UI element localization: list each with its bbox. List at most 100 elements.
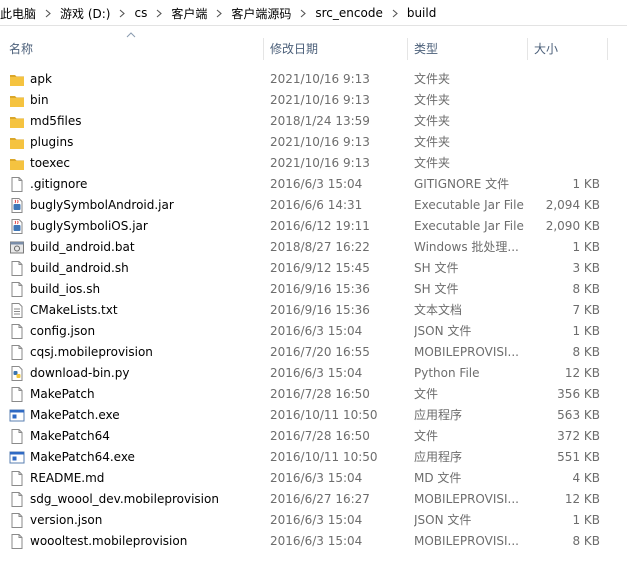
file-name: bin xyxy=(30,93,49,107)
file-type: Windows 批处理... xyxy=(414,240,519,254)
file-row[interactable]: MakePatch.exe 2016/10/11 10:50 应用程序 563 KB xyxy=(0,405,627,426)
folder-icon xyxy=(9,134,25,151)
file-name: MakePatch xyxy=(30,387,95,401)
file-type: Executable Jar File xyxy=(414,198,524,212)
file-row[interactable]: download-bin.py 2016/6/3 15:04 Python File… xyxy=(0,363,627,384)
file-type: 文件夹 xyxy=(414,114,451,128)
file-row[interactable]: config.json 2016/6/3 15:04 JSON 文件 1 KB xyxy=(0,321,627,342)
file-row[interactable]: toexec 2021/10/16 9:13 文件夹 xyxy=(0,153,627,174)
file-row[interactable]: bin 2021/10/16 9:13 文件夹 xyxy=(0,90,627,111)
breadcrumb-item[interactable]: build xyxy=(403,6,441,20)
file-type: 文件夹 xyxy=(414,156,451,170)
folder-icon xyxy=(9,113,25,130)
file-date: 2016/6/3 15:04 xyxy=(270,513,363,527)
file-size: 8 KB xyxy=(572,282,600,296)
jar-icon xyxy=(9,218,25,235)
column-divider[interactable] xyxy=(407,38,408,60)
breadcrumb-item[interactable]: 游戏 (D:) xyxy=(56,5,114,22)
file-list: apk 2021/10/16 9:13 文件夹 bin 2021/10/16 9:13 文… xyxy=(0,69,627,552)
file-row[interactable]: .gitignore 2016/6/3 15:04 GITIGNORE 文件 1 KB xyxy=(0,174,627,195)
file-icon xyxy=(9,281,25,298)
file-size: 551 KB xyxy=(557,450,600,464)
file-row[interactable]: MakePatch64 2016/7/28 16:50 文件 372 KB xyxy=(0,426,627,447)
breadcrumb-chevron-icon[interactable] xyxy=(295,9,311,18)
file-date: 2016/9/16 15:36 xyxy=(270,282,370,296)
column-size-header[interactable]: 大小 xyxy=(534,36,558,60)
file-row[interactable]: CMakeLists.txt 2016/9/16 15:36 文本文档 7 KB xyxy=(0,300,627,321)
column-divider[interactable] xyxy=(527,38,528,60)
file-size xyxy=(528,69,600,90)
breadcrumb-chevron-icon[interactable] xyxy=(211,9,227,18)
file-row[interactable]: version.json 2016/6/3 15:04 JSON 文件 1 KB xyxy=(0,510,627,531)
file-type: MD 文件 xyxy=(414,471,462,485)
breadcrumb-item[interactable]: 此电脑 xyxy=(0,5,40,22)
file-row[interactable]: MakePatch64.exe 2016/10/11 10:50 应用程序 551 K… xyxy=(0,447,627,468)
file-row[interactable]: MakePatch 2016/7/28 16:50 文件 356 KB xyxy=(0,384,627,405)
file-date: 2021/10/16 9:13 xyxy=(270,93,370,107)
file-row[interactable]: md5files 2018/1/24 13:59 文件夹 xyxy=(0,111,627,132)
file-row[interactable]: buglySymbolAndroid.jar 2016/6/6 14:31 Exec… xyxy=(0,195,627,216)
column-date-header[interactable]: 修改日期 xyxy=(270,36,318,60)
file-date: 2016/6/12 19:11 xyxy=(270,219,370,233)
file-size: 356 KB xyxy=(557,387,600,401)
breadcrumb-chevron-icon[interactable] xyxy=(40,9,56,18)
address-bar[interactable]: 此电脑 游戏 (D:) cs 客户端 客户端源码 src_encode build xyxy=(0,0,627,26)
file-type: SH 文件 xyxy=(414,282,459,296)
file-row[interactable]: woooltest.mobileprovision 2016/6/3 15:04 M… xyxy=(0,531,627,552)
folder-icon xyxy=(9,155,25,172)
file-name: MakePatch64 xyxy=(30,429,110,443)
file-date: 2016/6/3 15:04 xyxy=(270,534,363,548)
file-type: 文件 xyxy=(414,387,439,401)
breadcrumb-item[interactable]: 客户端 xyxy=(167,5,211,22)
file-name: woooltest.mobileprovision xyxy=(30,534,188,548)
folder-icon xyxy=(9,92,25,109)
file-size xyxy=(528,153,600,174)
file-date: 2016/7/20 16:55 xyxy=(270,345,370,359)
file-size: 12 KB xyxy=(564,492,600,506)
jar-icon xyxy=(9,197,25,214)
file-type: 文本文档 xyxy=(414,303,463,317)
file-date: 2016/9/16 15:36 xyxy=(270,303,370,317)
breadcrumb-chevron-icon[interactable] xyxy=(387,9,403,18)
file-row[interactable]: sdg_woool_dev.mobileprovision 2016/6/27 1… xyxy=(0,489,627,510)
breadcrumb-chevron-icon[interactable] xyxy=(114,9,130,18)
file-row[interactable]: apk 2021/10/16 9:13 文件夹 xyxy=(0,69,627,90)
file-name: README.md xyxy=(30,471,105,485)
file-row[interactable]: build_ios.sh 2016/9/16 15:36 SH 文件 8 KB xyxy=(0,279,627,300)
file-name: apk xyxy=(30,72,52,86)
file-icon xyxy=(9,344,25,361)
breadcrumb-item[interactable]: cs xyxy=(130,6,151,20)
sort-ascending-icon xyxy=(126,32,136,38)
file-icon xyxy=(9,260,25,277)
file-size xyxy=(528,90,600,111)
file-name: MakePatch64.exe xyxy=(30,450,135,464)
text-file-icon xyxy=(9,302,25,319)
file-icon xyxy=(9,491,25,508)
file-type: 应用程序 xyxy=(414,450,463,464)
column-type-header[interactable]: 类型 xyxy=(414,36,438,60)
column-divider[interactable] xyxy=(263,38,264,60)
file-row[interactable]: README.md 2016/6/3 15:04 MD 文件 4 KB xyxy=(0,468,627,489)
file-name: build_android.bat xyxy=(30,240,135,254)
file-row[interactable]: buglySymboliOS.jar 2016/6/12 19:11 Executa… xyxy=(0,216,627,237)
file-row[interactable]: plugins 2021/10/16 9:13 文件夹 xyxy=(0,132,627,153)
column-name-header[interactable]: 名称 xyxy=(9,36,33,60)
file-date: 2016/7/28 16:50 xyxy=(270,429,370,443)
file-type: JSON 文件 xyxy=(414,324,472,338)
exe-icon xyxy=(9,407,25,424)
file-row[interactable]: build_android.bat 2018/8/27 16:22 Windows … xyxy=(0,237,627,258)
python-icon xyxy=(9,365,25,382)
breadcrumb-item[interactable]: 客户端源码 xyxy=(227,5,295,22)
breadcrumb-item[interactable]: src_encode xyxy=(311,6,386,20)
file-row[interactable]: cqsj.mobileprovision 2016/7/20 16:55 MOBIL… xyxy=(0,342,627,363)
column-divider[interactable] xyxy=(607,38,608,60)
file-size: 7 KB xyxy=(572,303,600,317)
file-name: download-bin.py xyxy=(30,366,130,380)
file-type: 应用程序 xyxy=(414,408,463,422)
file-row[interactable]: build_android.sh 2016/9/12 15:45 SH 文件 3 KB xyxy=(0,258,627,279)
file-name: cqsj.mobileprovision xyxy=(30,345,153,359)
breadcrumb-chevron-icon[interactable] xyxy=(151,9,167,18)
file-size: 2,094 KB xyxy=(545,198,600,212)
file-size: 1 KB xyxy=(572,513,600,527)
file-type: 文件夹 xyxy=(414,72,451,86)
